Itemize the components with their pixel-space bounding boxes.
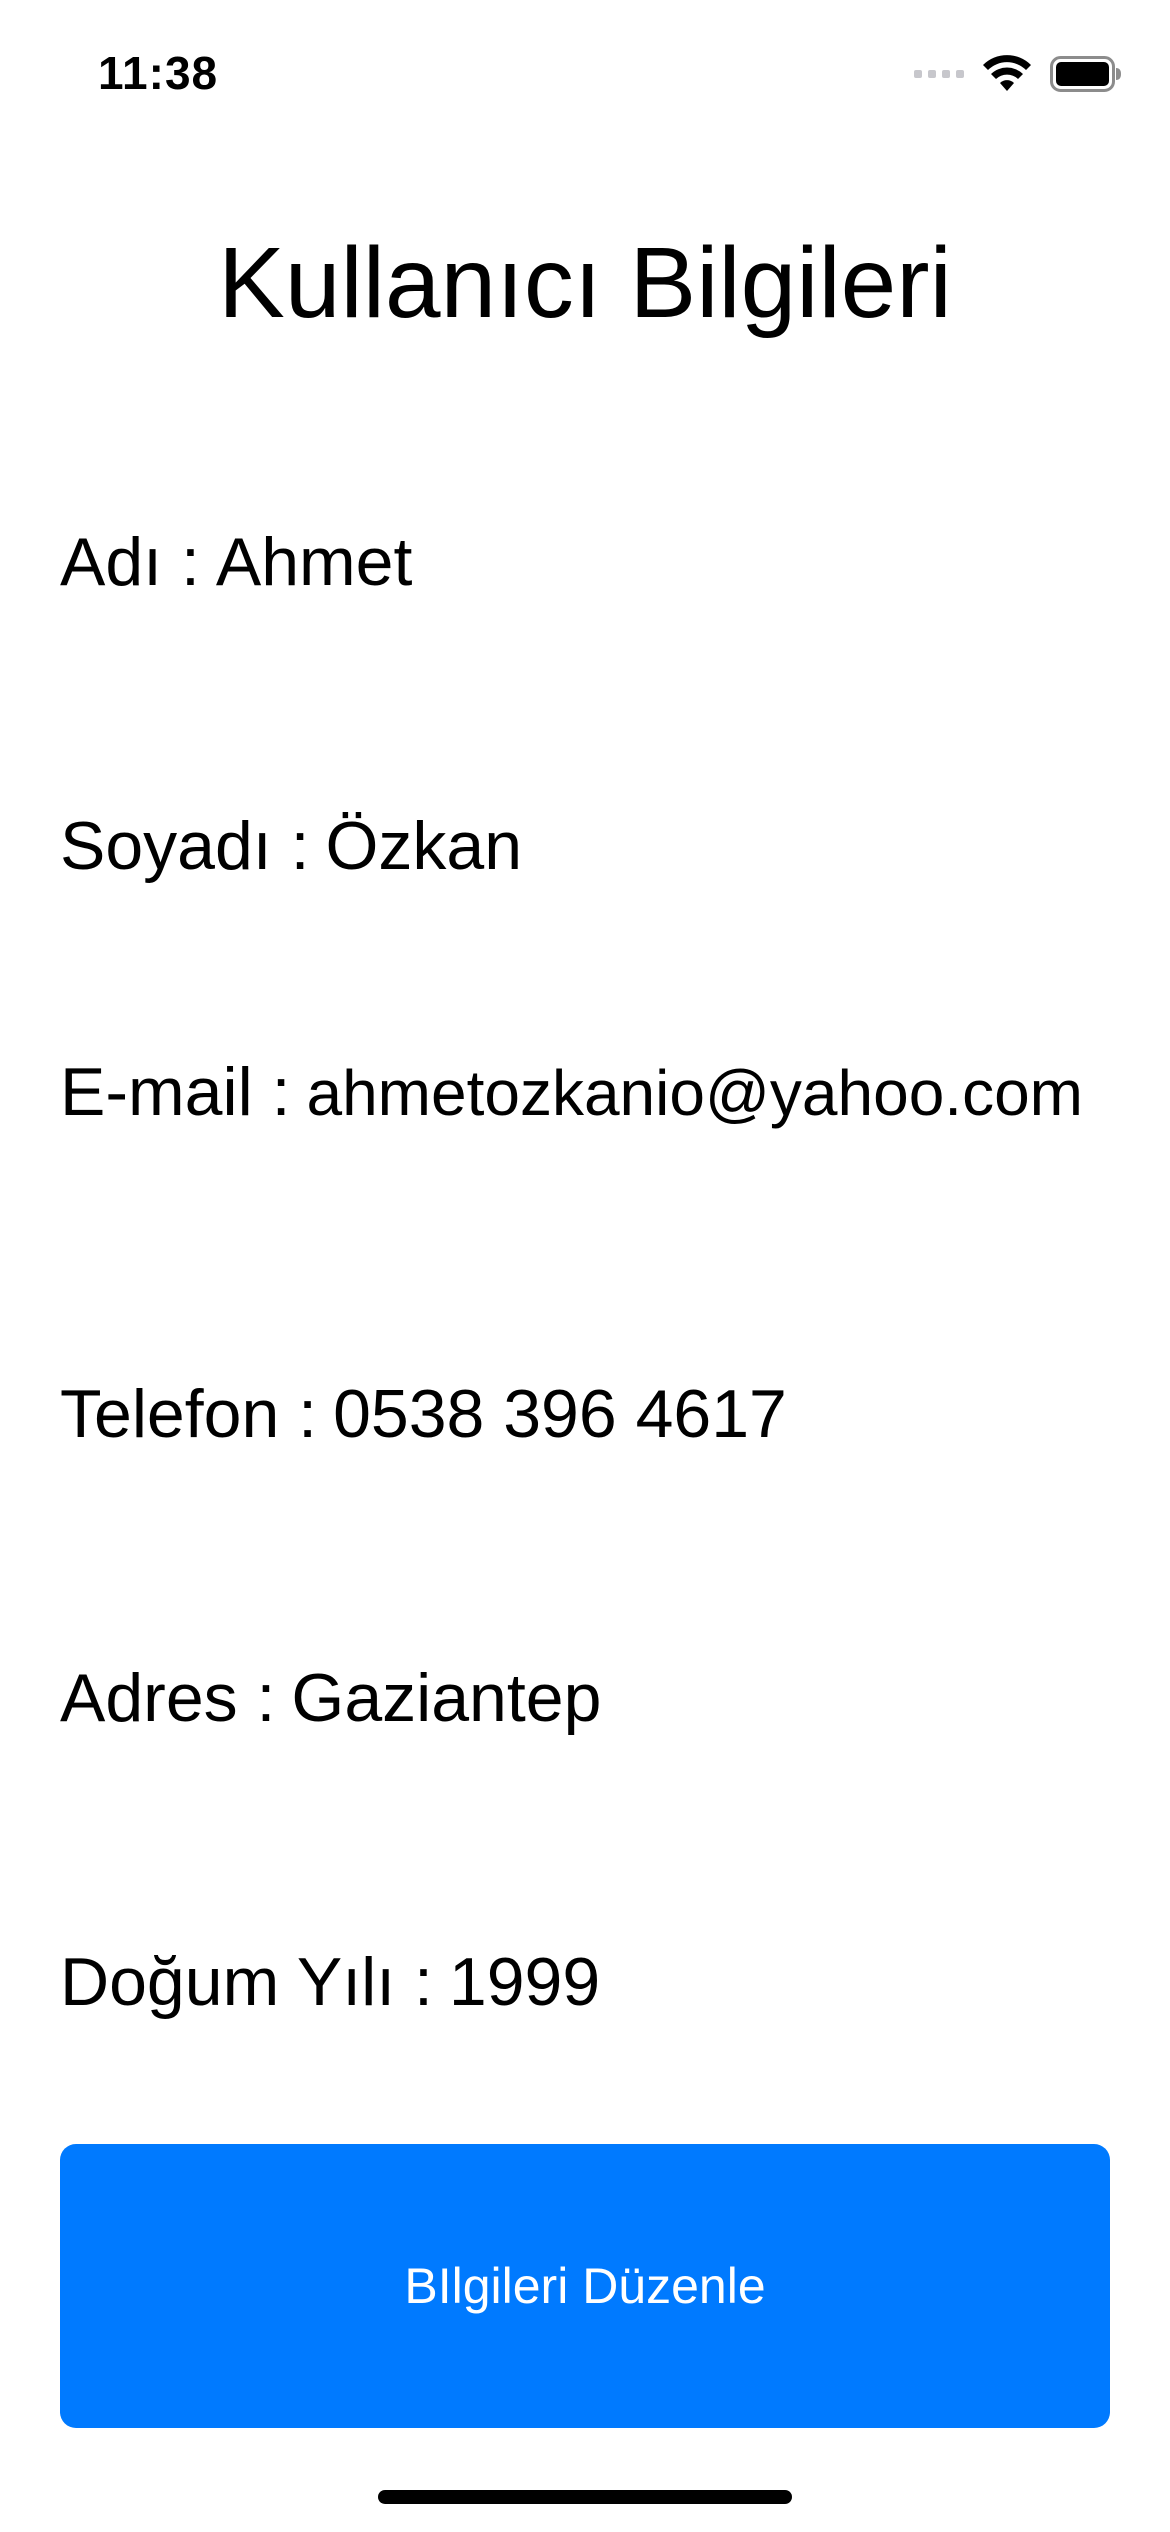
- field-birth-year: Doğum Yılı : 1999: [60, 1942, 1120, 2024]
- field-last-name: Soyadı : Özkan: [60, 806, 1120, 888]
- field-label: Soyadı :: [60, 808, 310, 884]
- field-value: 1999: [448, 1944, 601, 2020]
- wifi-icon: [983, 55, 1031, 91]
- page-title: Kullanıcı Bilgileri: [218, 227, 952, 339]
- field-value: Özkan: [325, 808, 523, 884]
- field-email: E-mail : ahmetozkanio@yahoo.com: [60, 1052, 1120, 1134]
- profile-screen: 11:38 Kullanıcı Bilgileri Adı : Ahmet So…: [0, 0, 1170, 2532]
- status-icons: [914, 52, 1122, 96]
- field-label: Adres :: [60, 1660, 276, 1736]
- field-label: Doğum Yılı :: [60, 1944, 433, 2020]
- field-value: 0538 396 4617: [333, 1376, 787, 1452]
- edit-info-button[interactable]: BIlgileri Düzenle: [60, 2144, 1110, 2428]
- field-label: E-mail :: [60, 1054, 291, 1130]
- status-bar: 11:38: [0, 0, 1170, 140]
- field-phone: Telefon : 0538 396 4617: [60, 1374, 1120, 1456]
- battery-icon: [1050, 56, 1121, 92]
- field-value: Ahmet: [215, 524, 413, 600]
- home-indicator[interactable]: [378, 2490, 792, 2504]
- field-address: Adres : Gaziantep: [60, 1658, 1120, 1740]
- field-label: Adı :: [60, 524, 200, 600]
- field-value: Gaziantep: [291, 1660, 602, 1736]
- field-first-name: Adı : Ahmet: [60, 522, 1120, 604]
- field-label: Telefon :: [60, 1376, 318, 1452]
- signal-icon: [914, 70, 964, 78]
- status-time: 11:38: [98, 47, 219, 99]
- field-value: ahmetozkanio@yahoo.com: [306, 1056, 1083, 1129]
